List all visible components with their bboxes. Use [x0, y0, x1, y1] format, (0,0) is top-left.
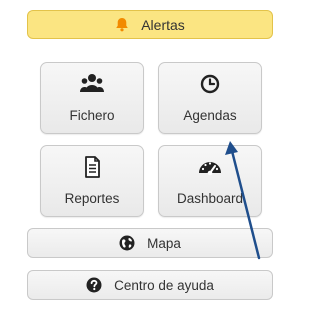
question-circle-icon [86, 277, 102, 293]
document-icon [85, 156, 100, 178]
map-label: Mapa [147, 235, 181, 251]
help-center-label: Centro de ayuda [114, 277, 214, 293]
clock-icon [200, 74, 220, 94]
users-icon [80, 74, 104, 92]
tile-fichero-label: Fichero [69, 108, 115, 123]
tile-fichero[interactable]: Fichero [40, 62, 144, 134]
alerts-label: Alertas [141, 16, 185, 33]
alerts-button[interactable]: Alertas [27, 10, 273, 39]
bell-icon [116, 18, 129, 32]
map-button[interactable]: Mapa [27, 228, 273, 258]
tile-agendas[interactable]: Agendas [158, 62, 262, 134]
globe-icon [119, 235, 135, 251]
tile-dashboard-label: Dashboard [176, 191, 244, 206]
tile-reportes[interactable]: Reportes [40, 145, 144, 217]
speedometer-icon [199, 162, 221, 176]
tile-reportes-label: Reportes [64, 191, 120, 206]
tile-dashboard[interactable]: Dashboard [158, 145, 262, 217]
tile-agendas-label: Agendas [183, 108, 237, 123]
help-center-button[interactable]: Centro de ayuda [27, 270, 273, 300]
